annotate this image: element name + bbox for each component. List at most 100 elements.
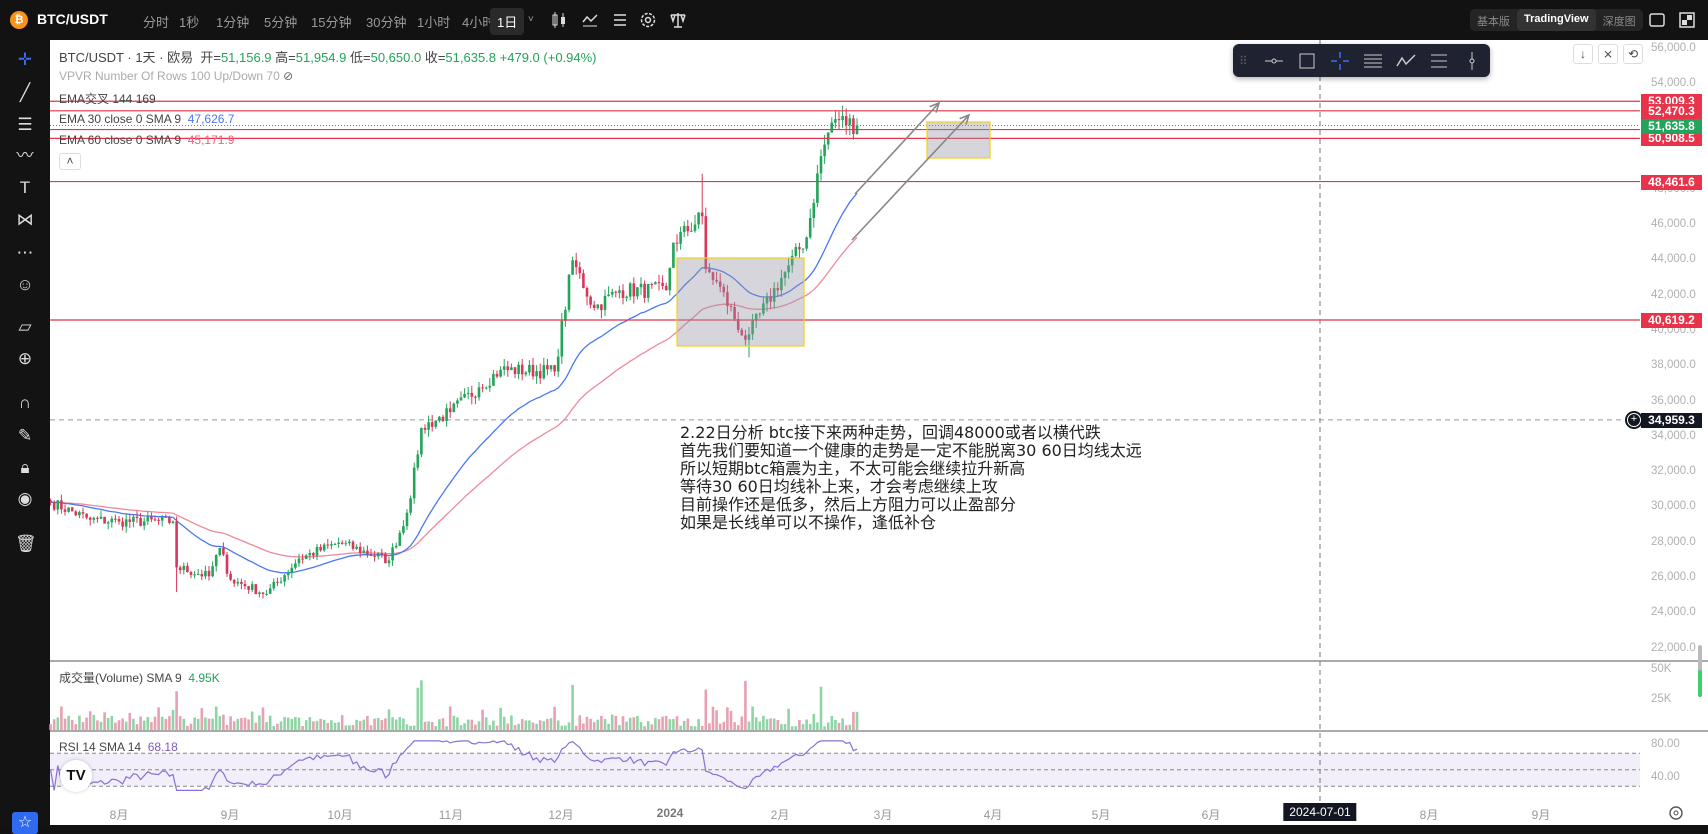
scroll-down-button[interactable]: ↓ <box>1573 44 1593 64</box>
analysis-note[interactable]: 2.22日分析 btc接下来两种走势，回调48000或者以横代跌首先我们要知道一… <box>680 424 1142 532</box>
collapse-button[interactable]: ⨯ <box>1598 44 1618 64</box>
fib-tool-icon[interactable] <box>1428 50 1450 72</box>
candle-body <box>841 116 844 120</box>
parallel-lines-icon[interactable] <box>1362 50 1384 72</box>
floating-drawing-toolbar: ⠿ <box>1233 44 1490 77</box>
candle-body <box>406 513 409 526</box>
candle-body <box>161 517 164 521</box>
ema30-legend[interactable]: EMA 30 close 0 SMA 9 47,626.7 <box>59 112 234 126</box>
candle-body <box>391 547 394 560</box>
price-chart[interactable] <box>0 0 1708 828</box>
candle-body <box>413 468 416 499</box>
candle-body <box>247 586 250 590</box>
candle-body <box>402 526 405 533</box>
vpvr-label: VPVR Number Of Rows 100 Up/Down 70 <box>59 69 280 83</box>
volume-bar <box>705 690 708 730</box>
crosshair-icon[interactable] <box>1329 50 1351 72</box>
price-line-tag: 52,470.3 <box>1641 104 1702 119</box>
volume-bar <box>316 721 319 730</box>
volume-bar <box>553 707 556 730</box>
candle-body <box>683 226 686 232</box>
volume-bar <box>557 720 560 730</box>
volume-bar <box>834 720 837 730</box>
candle-body <box>399 533 402 546</box>
candle-body <box>298 559 301 564</box>
volume-bar <box>251 711 254 730</box>
candle-body <box>121 522 124 527</box>
settings-gear-icon[interactable] <box>1668 805 1684 821</box>
candle-body <box>697 213 700 225</box>
candle-body <box>571 260 574 274</box>
candle-body <box>525 372 528 374</box>
candle-body <box>640 284 643 287</box>
candle-body <box>618 290 621 293</box>
horizontal-ray-icon[interactable] <box>1263 50 1285 72</box>
volume-bar <box>481 710 484 730</box>
candle-body <box>604 296 607 310</box>
vpvr-legend[interactable]: VPVR Number Of Rows 100 Up/Down 70 ⊘ <box>59 69 293 83</box>
rsi-tick: 80.00 <box>1651 738 1680 750</box>
volume-bar <box>276 724 279 730</box>
candle-body <box>363 551 366 553</box>
reset-view-button[interactable]: ⟲ <box>1623 44 1643 64</box>
candle-body <box>845 116 848 125</box>
volume-bar <box>780 724 783 730</box>
trend-icon[interactable] <box>1395 50 1417 72</box>
candle-body <box>568 275 571 310</box>
volume-bar <box>341 715 344 730</box>
candle-body <box>93 518 96 520</box>
candle-body <box>564 310 567 321</box>
candle-body <box>172 522 175 523</box>
volume-bar <box>283 717 286 730</box>
ema60-legend[interactable]: EMA 60 close 0 SMA 9 45,171.9 <box>59 133 234 147</box>
volume-bar <box>521 719 524 730</box>
candle-body <box>384 554 387 563</box>
volume-bar <box>71 720 74 730</box>
candle-body <box>269 588 272 594</box>
add-alert-plus-icon[interactable]: + <box>1627 413 1641 427</box>
candle-body <box>96 518 99 519</box>
candle-body <box>381 553 384 554</box>
rsi-legend[interactable]: RSI 14 SMA 14 68.18 <box>59 740 178 754</box>
volume-bar <box>456 717 459 730</box>
candle-body <box>136 517 139 518</box>
volume-bar <box>204 718 207 730</box>
drag-handle-icon[interactable]: ⠿ <box>1239 50 1261 72</box>
volume-bar <box>348 725 351 730</box>
candle-body <box>294 563 297 568</box>
price-line-tag: 40,619.2 <box>1641 313 1702 328</box>
rectangle-tool-icon[interactable] <box>1296 50 1318 72</box>
ema-cross-legend[interactable]: EMA交叉 144 169 <box>59 90 156 107</box>
candle-body <box>276 582 279 583</box>
volume-bar <box>820 687 823 730</box>
volume-bar <box>856 712 859 730</box>
ohlc-legend: BTC/USDT · 1天 · 欧易 开=51,156.9 高=51,954.9… <box>59 47 597 66</box>
volume-bar <box>60 706 63 730</box>
price-scale-scrollbar[interactable] <box>1698 645 1702 697</box>
volume-bar <box>165 719 168 730</box>
candle-body <box>701 213 704 217</box>
candle-body <box>103 517 106 524</box>
candle-body <box>492 374 495 386</box>
candle-body <box>345 543 348 544</box>
vertical-line-icon[interactable] <box>1461 50 1483 72</box>
range-box <box>677 258 804 346</box>
volume-legend[interactable]: 成交量(Volume) SMA 9 4.95K <box>59 669 220 686</box>
volume-bar <box>625 722 628 730</box>
collapse-legend-button[interactable]: ˄ <box>59 153 81 170</box>
eye-hidden-icon[interactable]: ⊘ <box>283 69 293 83</box>
candle-body <box>273 582 276 589</box>
tradingview-logo[interactable]: TV <box>60 760 92 792</box>
volume-bar <box>442 718 445 730</box>
volume-bar <box>640 722 643 730</box>
high-label: 高= <box>275 50 296 65</box>
candle-body <box>636 287 639 296</box>
candle-body <box>125 519 128 526</box>
candle-body <box>467 393 470 394</box>
price-tick: 22,000.0 <box>1651 642 1696 654</box>
volume-bar <box>496 726 499 730</box>
candle-body <box>373 556 376 557</box>
volume-bar <box>791 726 794 730</box>
volume-bar <box>661 717 664 730</box>
candle-body <box>251 584 254 590</box>
